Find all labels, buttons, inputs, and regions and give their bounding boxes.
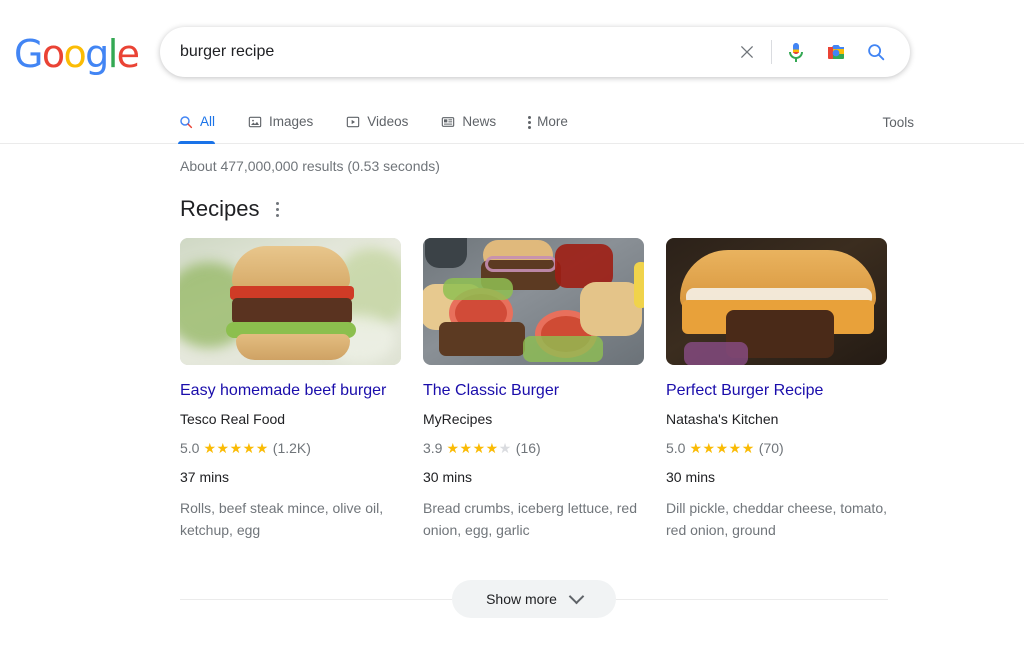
tab-news-label: News: [462, 114, 497, 130]
recipe-card[interactable]: The Classic Burger MyRecipes 3.9 ★ ★ ★ ★ ★ (…: [423, 238, 644, 541]
recipe-image[interactable]: [666, 238, 887, 365]
image-art-lettuce: [523, 336, 603, 362]
lens-search-button[interactable]: [816, 32, 856, 72]
image-art-bowl: [425, 238, 467, 268]
recipe-source: MyRecipes: [423, 411, 493, 427]
recipe-rating: 3.9 ★ ★ ★ ★ ★ (16): [423, 439, 644, 458]
google-search-results-page: Google burger recipe All Images Videos N…: [0, 0, 1024, 645]
video-icon: [347, 116, 360, 128]
image-art-onion: [485, 256, 557, 272]
recipes-section-menu-icon[interactable]: [273, 198, 282, 221]
recipe-image[interactable]: [423, 238, 644, 365]
image-art-patty: [232, 298, 352, 324]
search-icon: [868, 44, 885, 61]
recipe-card[interactable]: Perfect Burger Recipe Natasha's Kitchen …: [666, 238, 887, 541]
rating-value: 5.0: [180, 440, 200, 456]
page-title: Recipes: [180, 196, 260, 221]
kebab-menu-icon: [528, 115, 532, 129]
recipe-card[interactable]: Easy homemade beef burger Tesco Real Foo…: [180, 238, 401, 541]
search-tabs-bar: All Images Videos News More Tools: [0, 100, 1024, 144]
rating-stars: ★ ★ ★ ★ ★: [446, 440, 512, 456]
logo-letter-g1: G: [14, 32, 43, 76]
search-actions: [727, 32, 910, 72]
tools-label: Tools: [882, 114, 914, 130]
logo-letter-o1: o: [41, 32, 65, 76]
logo-letter-e: e: [116, 32, 140, 76]
image-art-onion: [684, 342, 748, 365]
rating-value: 5.0: [666, 440, 686, 456]
recipe-time: 37 mins: [180, 469, 230, 485]
rating-count: (70): [758, 440, 784, 456]
image-art-garnish: [634, 262, 644, 308]
tab-all-label: All: [200, 114, 216, 130]
recipe-rating: 5.0 ★ ★ ★ ★ ★ (70): [666, 439, 887, 458]
image-art-patty: [439, 322, 525, 356]
tab-images-label: Images: [269, 114, 314, 130]
show-more-label: Show more: [486, 591, 557, 607]
logo-letter-g2: g: [85, 32, 109, 76]
recipe-title[interactable]: The Classic Burger: [423, 380, 644, 401]
rating-stars: ★ ★ ★ ★ ★: [689, 440, 755, 456]
tools-button[interactable]: Tools: [882, 100, 914, 144]
recipe-time: 30 mins: [423, 469, 473, 485]
voice-search-button[interactable]: [776, 32, 816, 72]
image-icon: [248, 116, 262, 128]
camera-lens-icon: [828, 45, 844, 59]
tab-news[interactable]: News: [440, 100, 510, 144]
google-logo[interactable]: Google: [14, 32, 140, 76]
image-art-lettuce: [443, 278, 513, 300]
tab-more-label: More: [537, 114, 568, 130]
image-art-bottom-bun: [236, 334, 350, 360]
search-tabs: All Images Videos News More: [178, 100, 600, 144]
recipe-time: 30 mins: [666, 469, 716, 485]
rating-stars: ★ ★ ★ ★ ★: [203, 440, 269, 456]
recipe-ingredients: Dill pickle, cheddar cheese, tomato, red…: [666, 500, 887, 538]
tab-videos-label: Videos: [367, 114, 409, 130]
rating-value: 3.9: [423, 440, 443, 456]
search-input[interactable]: [160, 35, 727, 69]
image-art-bun: [580, 282, 642, 336]
recipe-title[interactable]: Easy homemade beef burger: [180, 380, 401, 401]
search-icon: [180, 116, 193, 129]
recipe-rating: 5.0 ★ ★ ★ ★ ★ (1.2K): [180, 439, 401, 458]
search-bar[interactable]: [160, 27, 910, 77]
search-actions-divider: [771, 40, 772, 64]
close-icon: [740, 45, 754, 59]
recipe-cards: Easy homemade beef burger Tesco Real Foo…: [180, 238, 887, 541]
search-submit-button[interactable]: [856, 32, 896, 72]
tab-images[interactable]: Images: [247, 100, 327, 144]
show-more-row: Show more: [180, 580, 888, 618]
news-icon: [442, 117, 455, 127]
chevron-down-icon: [568, 588, 585, 604]
tab-all[interactable]: All: [178, 100, 229, 144]
tab-more[interactable]: More: [528, 100, 582, 144]
recipe-ingredients: Rolls, beef steak mince, olive oil, ketc…: [180, 500, 384, 538]
recipe-image[interactable]: [180, 238, 401, 365]
recipe-title[interactable]: Perfect Burger Recipe: [666, 380, 887, 401]
microphone-icon: [789, 43, 803, 62]
clear-search-button[interactable]: [727, 32, 767, 72]
show-more-button[interactable]: Show more: [452, 580, 616, 618]
recipe-ingredients: Bread crumbs, iceberg lettuce, red onion…: [423, 500, 637, 538]
rating-count: (16): [515, 440, 541, 456]
recipes-section-header: Recipes: [180, 196, 282, 222]
rating-count: (1.2K): [272, 440, 311, 456]
page-header: Google: [0, 0, 1024, 100]
recipe-source: Tesco Real Food: [180, 411, 286, 427]
result-stats: About 477,000,000 results (0.53 seconds): [180, 158, 440, 174]
tab-videos[interactable]: Videos: [345, 100, 422, 144]
image-art-top-bun: [232, 246, 350, 290]
logo-letter-o2: o: [63, 32, 87, 76]
recipe-source: Natasha's Kitchen: [666, 411, 779, 427]
logo-letter-l: l: [107, 32, 119, 76]
